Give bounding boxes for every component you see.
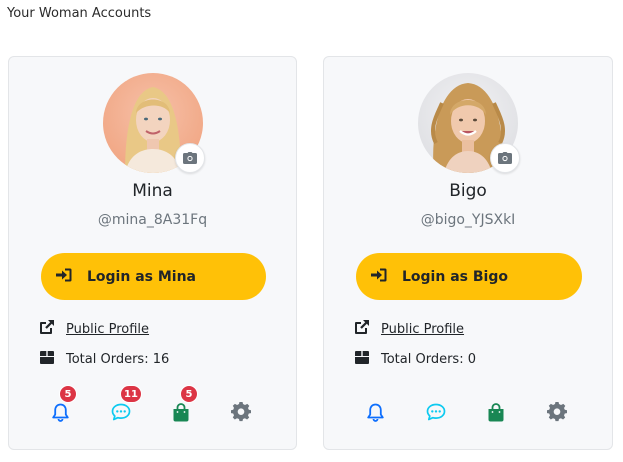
public-profile-link[interactable]: Public Profile: [355, 320, 464, 338]
quick-actions: 5 11 5: [9, 385, 296, 429]
account-card: Mina @mina_8A31Fq Login as Mina Public P…: [8, 56, 297, 450]
external-link-icon: [40, 320, 54, 338]
messages-button[interactable]: 11: [108, 385, 142, 429]
total-orders-label: Total Orders: 0: [381, 352, 476, 367]
total-orders: Total Orders: 16: [40, 351, 169, 368]
settings-button[interactable]: [228, 399, 254, 429]
account-name: Mina: [132, 181, 173, 201]
shopping-bag-icon: [487, 402, 505, 426]
avatar-upload-button[interactable]: [174, 143, 205, 173]
notifications-badge: 5: [59, 385, 77, 403]
login-button-label: Login as Mina: [87, 268, 196, 285]
camera-icon: [182, 149, 197, 168]
gear-icon: [547, 401, 567, 426]
sign-in-icon: [56, 268, 72, 286]
login-button-label: Login as Bigo: [402, 268, 508, 285]
chat-icon: [111, 403, 131, 425]
box-icon: [40, 351, 54, 368]
page-title: Your Woman Accounts: [7, 6, 152, 21]
notifications-button[interactable]: [362, 399, 388, 429]
camera-icon: [498, 149, 512, 168]
messages-button[interactable]: [423, 399, 449, 429]
account-handle: @bigo_YJSXkI: [420, 212, 516, 228]
avatar-container: [418, 73, 520, 173]
gear-icon: [231, 401, 251, 426]
public-profile-label: Public Profile: [381, 321, 465, 337]
account-name: Bigo: [449, 181, 487, 201]
total-orders: Total Orders: 0: [355, 351, 476, 368]
shopping-bag-icon: [172, 402, 190, 426]
orders-button[interactable]: [483, 399, 509, 429]
account-handle: @mina_8A31Fq: [97, 212, 208, 228]
quick-actions: [324, 399, 612, 429]
sign-in-icon: [371, 268, 387, 286]
notifications-button[interactable]: 5: [47, 385, 77, 429]
login-button[interactable]: Login as Bigo: [356, 253, 582, 300]
bell-icon: [366, 403, 384, 426]
orders-badge: 5: [180, 385, 198, 403]
settings-button[interactable]: [544, 399, 570, 429]
orders-button[interactable]: 5: [168, 385, 198, 429]
account-card: Bigo @bigo_YJSXkI Login as Bigo Public P…: [323, 56, 613, 450]
login-button[interactable]: Login as Mina: [41, 253, 266, 300]
chat-icon: [426, 403, 446, 425]
total-orders-label: Total Orders: 16: [66, 352, 170, 367]
external-link-icon: [355, 320, 369, 338]
avatar-upload-button[interactable]: [490, 143, 520, 173]
bell-icon: [51, 403, 69, 426]
box-icon: [355, 351, 369, 368]
avatar-container: [102, 73, 205, 173]
public-profile-link[interactable]: Public Profile: [40, 320, 149, 338]
messages-badge: 11: [120, 385, 142, 403]
public-profile-label: Public Profile: [66, 321, 150, 337]
